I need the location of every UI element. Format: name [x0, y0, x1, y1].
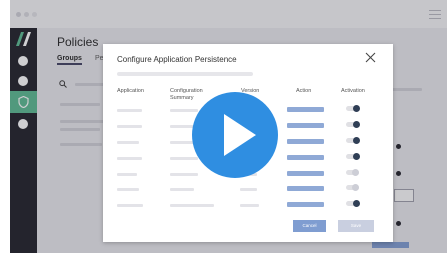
- activation-toggle[interactable]: [346, 153, 360, 160]
- cell-version: [240, 188, 257, 191]
- close-icon[interactable]: [365, 52, 376, 63]
- action-button[interactable]: [287, 202, 324, 207]
- cell-application: [117, 188, 139, 191]
- column-header-action: Action: [296, 88, 312, 94]
- cell-version: [240, 204, 259, 207]
- activation-toggle[interactable]: [346, 121, 360, 128]
- cell-configuration-summary: [170, 188, 194, 191]
- cell-application: [117, 173, 137, 176]
- dialog-description-placeholder: [117, 72, 253, 76]
- activation-toggle[interactable]: [346, 184, 359, 191]
- cell-configuration-summary: [170, 204, 214, 207]
- action-button[interactable]: [287, 107, 324, 112]
- action-button[interactable]: [287, 186, 324, 191]
- play-button[interactable]: [192, 92, 278, 178]
- cell-application: [117, 141, 139, 144]
- dialog-title: Configure Application Persistence: [117, 55, 237, 64]
- save-button[interactable]: Save: [338, 220, 374, 232]
- cell-application: [117, 157, 142, 160]
- action-button[interactable]: [287, 139, 324, 144]
- action-button[interactable]: [287, 123, 324, 128]
- column-header-activation: Activation: [341, 88, 365, 94]
- activation-toggle[interactable]: [346, 137, 360, 144]
- cell-application: [117, 125, 142, 128]
- play-icon: [224, 114, 256, 156]
- cell-application: [117, 204, 143, 207]
- activation-toggle[interactable]: [346, 169, 359, 176]
- action-button[interactable]: [287, 171, 324, 176]
- cancel-button[interactable]: Cancel: [293, 220, 326, 232]
- action-button[interactable]: [287, 155, 324, 160]
- activation-toggle[interactable]: [346, 200, 360, 207]
- activation-toggle[interactable]: [346, 105, 360, 112]
- column-header-application: Application: [117, 88, 144, 94]
- cell-application: [117, 109, 142, 112]
